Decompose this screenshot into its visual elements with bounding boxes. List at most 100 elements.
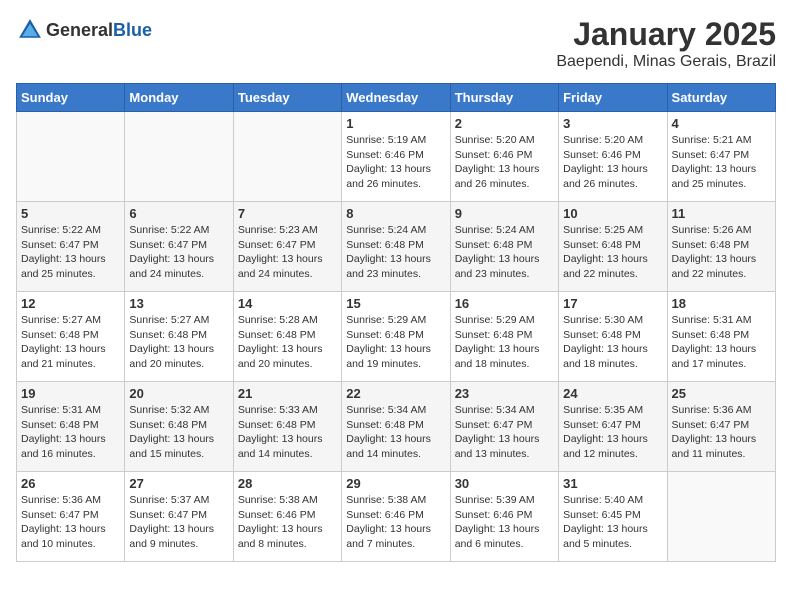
day-number: 24 (563, 386, 662, 401)
day-number: 21 (238, 386, 337, 401)
calendar-cell: 11Sunrise: 5:26 AM Sunset: 6:48 PM Dayli… (667, 202, 775, 292)
day-info: Sunrise: 5:25 AM Sunset: 6:48 PM Dayligh… (563, 223, 662, 282)
calendar-cell: 10 Sunrise: 5:25 AM Sunset: 6:48 PM Dayli… (559, 202, 667, 292)
day-info: Sunrise: 5:19 AM Sunset: 6:46 PM Dayligh… (346, 133, 445, 192)
calendar-cell: 15 Sunrise: 5:29 AM Sunset: 6:48 PM Dayli… (342, 292, 450, 382)
title-block: January 2025 Baependi, Minas Gerais, Bra… (556, 16, 776, 71)
weekday-header: Monday (125, 84, 233, 112)
weekday-header: Saturday (667, 84, 775, 112)
calendar-row: 1 Sunrise: 5:19 AM Sunset: 6:46 PM Daylig… (17, 112, 776, 202)
day-info: Sunrise: 5:29 AM Sunset: 6:48 PM Dayligh… (346, 313, 445, 372)
day-number: 2 (455, 116, 554, 131)
day-number: 20 (129, 386, 228, 401)
day-number: 15 (346, 296, 445, 311)
calendar-cell: 31 Sunrise: 5:40 AM Sunset: 6:45 PM Dayli… (559, 472, 667, 562)
day-info: Sunrise: 5:38 AM Sunset: 6:46 PM Dayligh… (346, 493, 445, 552)
calendar-cell (17, 112, 125, 202)
day-number: 27 (129, 476, 228, 491)
calendar-cell: 25 Sunrise: 5:36 AM Sunset: 6:47 PM Dayli… (667, 382, 775, 472)
logo-icon (16, 16, 44, 44)
page-title: January 2025 (556, 16, 776, 53)
calendar-row: 19 Sunrise: 5:31 AM Sunset: 6:48 PM Dayli… (17, 382, 776, 472)
day-number: 26 (21, 476, 120, 491)
day-info: Sunrise: 5:35 AM Sunset: 6:47 PM Dayligh… (563, 403, 662, 462)
day-number: 4 (672, 116, 771, 131)
calendar-cell: 14Sunrise: 5:28 AM Sunset: 6:48 PM Dayli… (233, 292, 341, 382)
day-number: 18 (672, 296, 771, 311)
day-info: Sunrise: 5:40 AM Sunset: 6:45 PM Dayligh… (563, 493, 662, 552)
logo-general: General (46, 20, 113, 40)
day-info: Sunrise: 5:34 AM Sunset: 6:48 PM Dayligh… (346, 403, 445, 462)
calendar-cell: 28 Sunrise: 5:38 AM Sunset: 6:46 PM Dayli… (233, 472, 341, 562)
calendar-cell: 5 Sunrise: 5:22 AM Sunset: 6:47 PM Daylig… (17, 202, 125, 292)
day-number: 16 (455, 296, 554, 311)
day-info: Sunrise: 5:20 AM Sunset: 6:46 PM Dayligh… (563, 133, 662, 192)
day-info: Sunrise: 5:38 AM Sunset: 6:46 PM Dayligh… (238, 493, 337, 552)
day-info: Sunrise: 5:20 AM Sunset: 6:46 PM Dayligh… (455, 133, 554, 192)
day-number: 25 (672, 386, 771, 401)
day-number: 22 (346, 386, 445, 401)
calendar-cell: 18 Sunrise: 5:31 AM Sunset: 6:48 PM Dayli… (667, 292, 775, 382)
day-number: 1 (346, 116, 445, 131)
day-number: 23 (455, 386, 554, 401)
calendar-cell (233, 112, 341, 202)
calendar-cell: 4 Sunrise: 5:21 AM Sunset: 6:47 PM Daylig… (667, 112, 775, 202)
calendar-cell (667, 472, 775, 562)
day-number: 17 (563, 296, 662, 311)
day-info: Sunrise: 5:37 AM Sunset: 6:47 PM Dayligh… (129, 493, 228, 552)
calendar-row: 26Sunrise: 5:36 AM Sunset: 6:47 PM Dayli… (17, 472, 776, 562)
calendar-cell: 2 Sunrise: 5:20 AM Sunset: 6:46 PM Daylig… (450, 112, 558, 202)
calendar-cell: 17 Sunrise: 5:30 AM Sunset: 6:48 PM Dayli… (559, 292, 667, 382)
day-number: 13 (129, 296, 228, 311)
day-info: Sunrise: 5:22 AM Sunset: 6:47 PM Dayligh… (21, 223, 120, 282)
calendar-cell: 16 Sunrise: 5:29 AM Sunset: 6:48 PM Dayli… (450, 292, 558, 382)
calendar-cell (125, 112, 233, 202)
day-number: 28 (238, 476, 337, 491)
day-info: Sunrise: 5:27 AM Sunset: 6:48 PM Dayligh… (21, 313, 120, 372)
day-info: Sunrise: 5:28 AM Sunset: 6:48 PM Dayligh… (238, 313, 337, 372)
weekday-header: Friday (559, 84, 667, 112)
day-number: 9 (455, 206, 554, 221)
day-info: Sunrise: 5:31 AM Sunset: 6:48 PM Dayligh… (672, 313, 771, 372)
day-number: 5 (21, 206, 120, 221)
day-number: 10 (563, 206, 662, 221)
day-info: Sunrise: 5:39 AM Sunset: 6:46 PM Dayligh… (455, 493, 554, 552)
day-info: Sunrise: 5:30 AM Sunset: 6:48 PM Dayligh… (563, 313, 662, 372)
day-info: Sunrise: 5:21 AM Sunset: 6:47 PM Dayligh… (672, 133, 771, 192)
weekday-header: Sunday (17, 84, 125, 112)
day-number: 7 (238, 206, 337, 221)
day-number: 29 (346, 476, 445, 491)
weekday-header: Thursday (450, 84, 558, 112)
calendar-cell: 19 Sunrise: 5:31 AM Sunset: 6:48 PM Dayli… (17, 382, 125, 472)
day-info: Sunrise: 5:34 AM Sunset: 6:47 PM Dayligh… (455, 403, 554, 462)
day-info: Sunrise: 5:26 AM Sunset: 6:48 PM Dayligh… (672, 223, 771, 282)
calendar-cell: 23 Sunrise: 5:34 AM Sunset: 6:47 PM Dayli… (450, 382, 558, 472)
logo-blue: Blue (113, 20, 152, 40)
day-info: Sunrise: 5:24 AM Sunset: 6:48 PM Dayligh… (346, 223, 445, 282)
day-info: Sunrise: 5:29 AM Sunset: 6:48 PM Dayligh… (455, 313, 554, 372)
calendar-cell: 30 Sunrise: 5:39 AM Sunset: 6:46 PM Dayli… (450, 472, 558, 562)
day-info: Sunrise: 5:23 AM Sunset: 6:47 PM Dayligh… (238, 223, 337, 282)
day-info: Sunrise: 5:32 AM Sunset: 6:48 PM Dayligh… (129, 403, 228, 462)
day-info: Sunrise: 5:22 AM Sunset: 6:47 PM Dayligh… (129, 223, 228, 282)
calendar-header-row: SundayMondayTuesdayWednesdayThursdayFrid… (17, 84, 776, 112)
day-info: Sunrise: 5:31 AM Sunset: 6:48 PM Dayligh… (21, 403, 120, 462)
day-info: Sunrise: 5:33 AM Sunset: 6:48 PM Dayligh… (238, 403, 337, 462)
day-number: 30 (455, 476, 554, 491)
day-info: Sunrise: 5:36 AM Sunset: 6:47 PM Dayligh… (672, 403, 771, 462)
day-number: 31 (563, 476, 662, 491)
weekday-header: Wednesday (342, 84, 450, 112)
calendar-cell: 29 Sunrise: 5:38 AM Sunset: 6:46 PM Dayli… (342, 472, 450, 562)
calendar-row: 5 Sunrise: 5:22 AM Sunset: 6:47 PM Daylig… (17, 202, 776, 292)
calendar-cell: 22 Sunrise: 5:34 AM Sunset: 6:48 PM Dayli… (342, 382, 450, 472)
calendar-cell: 3Sunrise: 5:20 AM Sunset: 6:46 PM Daylig… (559, 112, 667, 202)
day-number: 12 (21, 296, 120, 311)
calendar-cell: 26Sunrise: 5:36 AM Sunset: 6:47 PM Dayli… (17, 472, 125, 562)
weekday-header: Tuesday (233, 84, 341, 112)
logo: GeneralBlue (16, 16, 152, 44)
day-number: 19 (21, 386, 120, 401)
calendar-cell: 21 Sunrise: 5:33 AM Sunset: 6:48 PM Dayli… (233, 382, 341, 472)
calendar-cell: 7 Sunrise: 5:23 AM Sunset: 6:47 PM Daylig… (233, 202, 341, 292)
calendar-cell: 9Sunrise: 5:24 AM Sunset: 6:48 PM Daylig… (450, 202, 558, 292)
page-header: GeneralBlue January 2025 Baependi, Minas… (16, 16, 776, 71)
